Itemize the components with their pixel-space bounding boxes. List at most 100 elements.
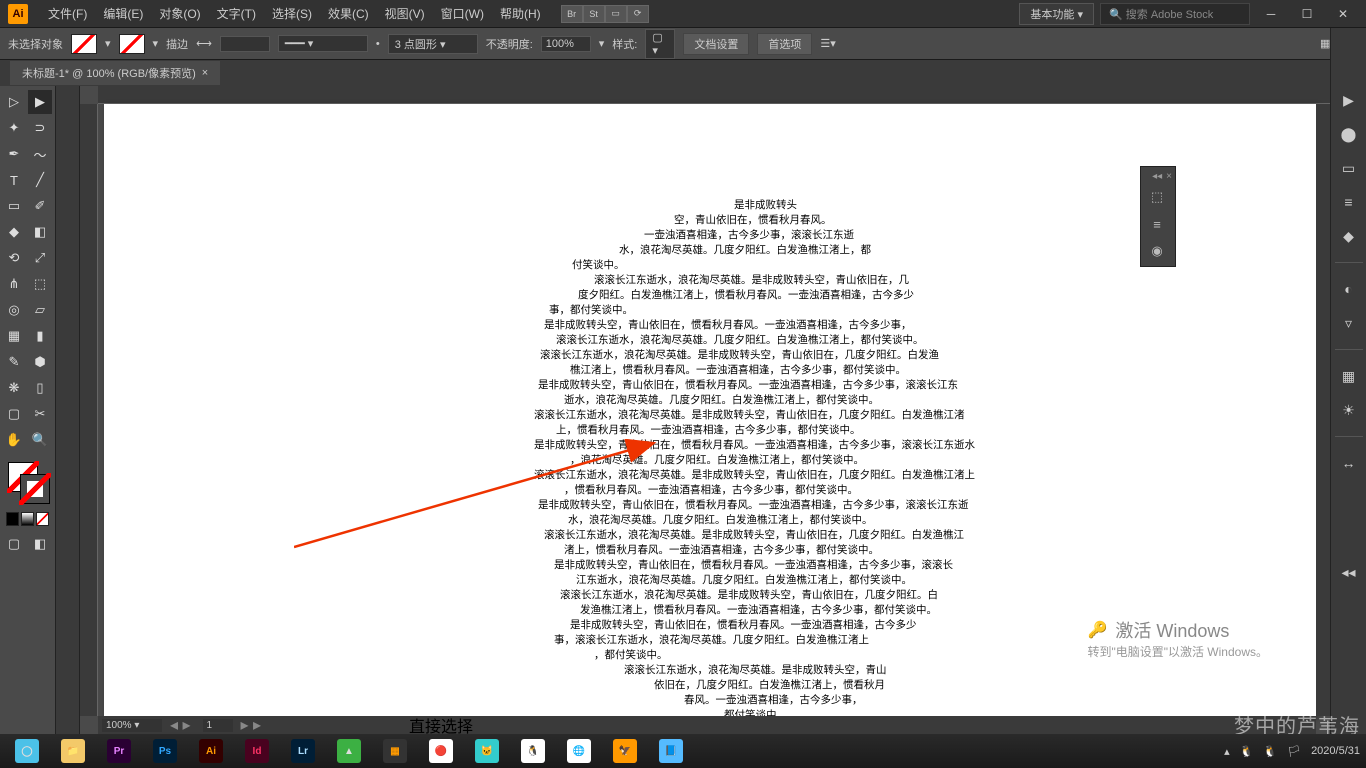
menu-item[interactable]: 文字(T)	[209, 5, 264, 22]
curvature-tool[interactable]: ～	[28, 142, 52, 166]
ruler-vertical[interactable]	[80, 104, 98, 716]
lightroom-taskbar-icon[interactable]: Lr	[282, 737, 324, 765]
selection-tool[interactable]: ▷	[2, 90, 26, 114]
rectangle-tool[interactable]: ▭	[2, 194, 26, 218]
app8-taskbar-icon[interactable]: ▲	[328, 737, 370, 765]
panel-close-icon[interactable]: ×	[1166, 171, 1172, 182]
paintbrush-tool[interactable]: ✐	[28, 194, 52, 218]
direct-selection-tool[interactable]: ▶	[28, 90, 52, 114]
horizontal-scrollbar[interactable]: 100% ▾ ◂ ▸ 1 ▸ ▸ 直接选择	[98, 716, 1316, 734]
arrange-icon[interactable]: ▭	[605, 5, 627, 23]
stroke-panel-icon[interactable]: ≡	[1337, 190, 1361, 214]
width-tool[interactable]: ⋔	[2, 272, 26, 296]
chrome-taskbar-icon[interactable]: 🌐	[558, 737, 600, 765]
bridge-icon[interactable]: Br	[561, 5, 583, 23]
free-transform-tool[interactable]: ⬚	[28, 272, 52, 296]
indesign-taskbar-icon[interactable]: Id	[236, 737, 278, 765]
floating-panel[interactable]: ◂◂ × ⬚ ≡ ◉	[1140, 166, 1176, 267]
premiere-taskbar-icon[interactable]: Pr	[98, 737, 140, 765]
prefs-button[interactable]: 首选项	[757, 33, 812, 55]
brushes-icon[interactable]: ≡	[1144, 212, 1170, 236]
menu-item[interactable]: 帮助(H)	[492, 5, 549, 22]
slice-tool[interactable]: ✂	[28, 402, 52, 426]
artboard[interactable]: 是非成败转头空，青山依旧在，惯看秋月春风。一壶浊酒喜相逢，古今多少事，滚滚长江东…	[104, 104, 1316, 716]
properties-icon[interactable]: ▶	[1337, 88, 1361, 112]
stroke-width-input[interactable]	[220, 36, 270, 52]
qq-taskbar-icon[interactable]: 🐧	[512, 737, 554, 765]
panel-toggle-icon[interactable]: ▦	[1320, 37, 1330, 50]
gradient-mode-icon[interactable]	[21, 512, 34, 526]
align-icon[interactable]: ☰▾	[820, 37, 835, 50]
brush-dropdown[interactable]: 3 点圆形 ▾	[388, 34, 478, 54]
zoom-level[interactable]: 100% ▾	[102, 719, 162, 732]
app14-taskbar-icon[interactable]: 🦅	[604, 737, 646, 765]
asset-export-icon[interactable]: ▿	[1337, 311, 1361, 335]
panel-collapse-icon[interactable]: ◂◂	[1152, 171, 1162, 182]
stock-icon[interactable]: St	[583, 5, 605, 23]
area-type-text[interactable]: 是非成败转头空，青山依旧在，惯看秋月春风。一壶浊酒喜相逢，古今多少事，滚滚长江东…	[534, 198, 1024, 723]
menu-item[interactable]: 效果(C)	[320, 5, 377, 22]
app15-taskbar-icon[interactable]: 📘	[650, 737, 692, 765]
symbols-icon[interactable]: ☀	[1337, 398, 1361, 422]
artboard-tool[interactable]: ▢	[2, 402, 26, 426]
color-mode-icon[interactable]	[6, 512, 19, 526]
screen-mode-icon[interactable]: ▢	[2, 532, 26, 556]
artboard-nav[interactable]: 1	[203, 719, 233, 732]
illustrator-taskbar-icon[interactable]: Ai	[190, 737, 232, 765]
doc-setup-button[interactable]: 文档设置	[683, 33, 749, 55]
style-dropdown[interactable]: ▢ ▾	[645, 29, 675, 59]
menu-item[interactable]: 视图(V)	[377, 5, 433, 22]
shaper-tool[interactable]: ◆	[2, 220, 26, 244]
libraries-icon[interactable]: ⬚	[1144, 185, 1170, 209]
blend-tool[interactable]: ⬢	[28, 350, 52, 374]
window-close-icon[interactable]: ✕	[1328, 4, 1358, 24]
menu-item[interactable]: 文件(F)	[40, 5, 95, 22]
pen-tool[interactable]: ✒	[2, 142, 26, 166]
mesh-tool[interactable]: ▦	[2, 324, 26, 348]
collapsed-left-panel[interactable]	[56, 86, 80, 734]
app9-taskbar-icon[interactable]: ▦	[374, 737, 416, 765]
type-tool[interactable]: T	[2, 168, 26, 192]
tab-close-icon[interactable]: ×	[202, 67, 208, 79]
eyedropper-tool[interactable]: ✎	[2, 350, 26, 374]
gradient-tool[interactable]: ▮	[28, 324, 52, 348]
layers-icon[interactable]: ▭	[1337, 156, 1361, 180]
expand-panel-icon[interactable]: ◂◂	[1337, 560, 1361, 584]
explorer-taskbar-icon[interactable]: 📁	[52, 737, 94, 765]
lasso-tool[interactable]: ⊃	[28, 116, 52, 140]
tray-qq2-icon[interactable]: 🐧	[1263, 745, 1277, 758]
magic-wand-tool[interactable]: ✦	[2, 116, 26, 140]
menu-item[interactable]: 选择(S)	[264, 5, 320, 22]
rotate-tool[interactable]: ⟲	[2, 246, 26, 270]
shape-builder-tool[interactable]: ◎	[2, 298, 26, 322]
fill-swatch[interactable]	[71, 34, 97, 54]
hand-tool[interactable]: ✋	[2, 428, 26, 452]
zoom-tool[interactable]: 🔍	[28, 428, 52, 452]
draw-mode-icon[interactable]: ◧	[28, 532, 52, 556]
menu-item[interactable]: 窗口(W)	[433, 5, 492, 22]
tray-qq1-icon[interactable]: 🐧	[1240, 745, 1254, 758]
window-minimize-icon[interactable]: ─	[1256, 4, 1286, 24]
document-tab[interactable]: 未标题-1* @ 100% (RGB/像素预览) ×	[10, 61, 220, 85]
window-maximize-icon[interactable]: ☐	[1292, 4, 1322, 24]
opacity-input[interactable]	[541, 36, 591, 52]
scale-tool[interactable]: ⤢	[28, 246, 52, 270]
browser-taskbar-icon[interactable]: ◯	[6, 737, 48, 765]
color-icon[interactable]: ⬤	[1337, 122, 1361, 146]
line-tool[interactable]: ╱	[28, 168, 52, 192]
taskbar-clock[interactable]: 2020/5/31	[1311, 745, 1360, 757]
menu-item[interactable]: 编辑(E)	[95, 5, 151, 22]
fill-stroke-indicator[interactable]	[2, 460, 58, 508]
tray-up-icon[interactable]: ▴	[1224, 745, 1230, 758]
swatches-icon[interactable]: ◉	[1144, 239, 1170, 263]
symbol-sprayer-tool[interactable]: ❋	[2, 376, 26, 400]
cc-libraries-icon[interactable]: ◆	[1337, 224, 1361, 248]
appearance-icon[interactable]: ◐	[1337, 277, 1361, 301]
ruler-horizontal[interactable]	[98, 86, 1330, 104]
workspace-switcher[interactable]: 基本功能 ▾	[1019, 3, 1094, 25]
graph-tool[interactable]: ▯	[28, 376, 52, 400]
eraser-tool[interactable]: ◧	[28, 220, 52, 244]
transform-icon[interactable]: ↔	[1337, 451, 1361, 475]
vertical-scrollbar[interactable]	[1316, 104, 1330, 716]
gpu-icon[interactable]: ⟳	[627, 5, 649, 23]
